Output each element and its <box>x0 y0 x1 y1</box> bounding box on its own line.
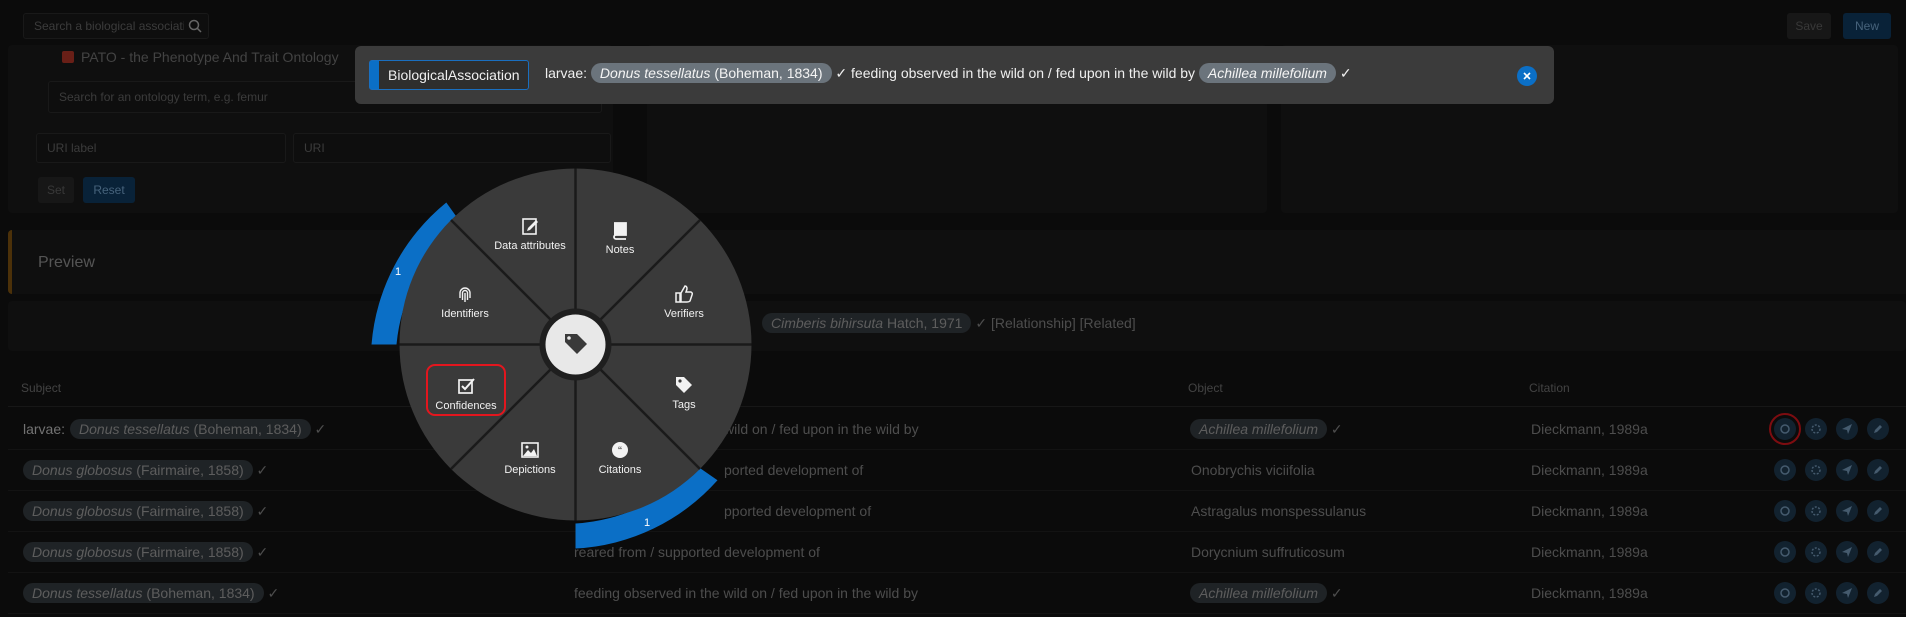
radial-title-banner: BiologicalAssociation larvae: Donus tess… <box>355 46 1554 104</box>
confidences-item[interactable]: Confidences <box>426 364 506 416</box>
image-icon <box>521 442 539 458</box>
close-button[interactable] <box>1517 66 1537 86</box>
fingerprint-icon <box>459 287 471 302</box>
data-attributes-item[interactable]: Data attributes <box>485 216 575 252</box>
data-attributes-icon <box>522 218 538 235</box>
verifiers-item[interactable]: Verifiers <box>639 284 729 320</box>
notes-item[interactable]: Notes <box>575 220 665 256</box>
close-icon <box>1523 72 1531 80</box>
banner-object-pill: Achillea millefolium <box>1198 63 1336 83</box>
svg-text:“: “ <box>618 444 622 458</box>
tags-item[interactable]: Tags <box>639 375 729 411</box>
identifiers-count: 1 <box>395 266 402 278</box>
type-tag: BiologicalAssociation <box>369 60 529 90</box>
thumbs-up-icon <box>675 285 694 303</box>
citations-item[interactable]: “ Citations <box>575 440 665 476</box>
depictions-item[interactable]: Depictions <box>485 440 575 476</box>
banner-text: larvae: Donus tessellatus (Boheman, 1834… <box>545 63 1352 83</box>
notes-icon <box>613 222 627 240</box>
confidences-icon <box>458 378 475 394</box>
quote-icon: “ <box>612 442 628 458</box>
citations-count: 1 <box>644 517 651 529</box>
identifiers-item[interactable]: Identifiers <box>420 284 510 320</box>
banner-subject-pill: Donus tessellatus (Boheman, 1834) <box>590 63 832 83</box>
tags-icon <box>676 377 692 393</box>
